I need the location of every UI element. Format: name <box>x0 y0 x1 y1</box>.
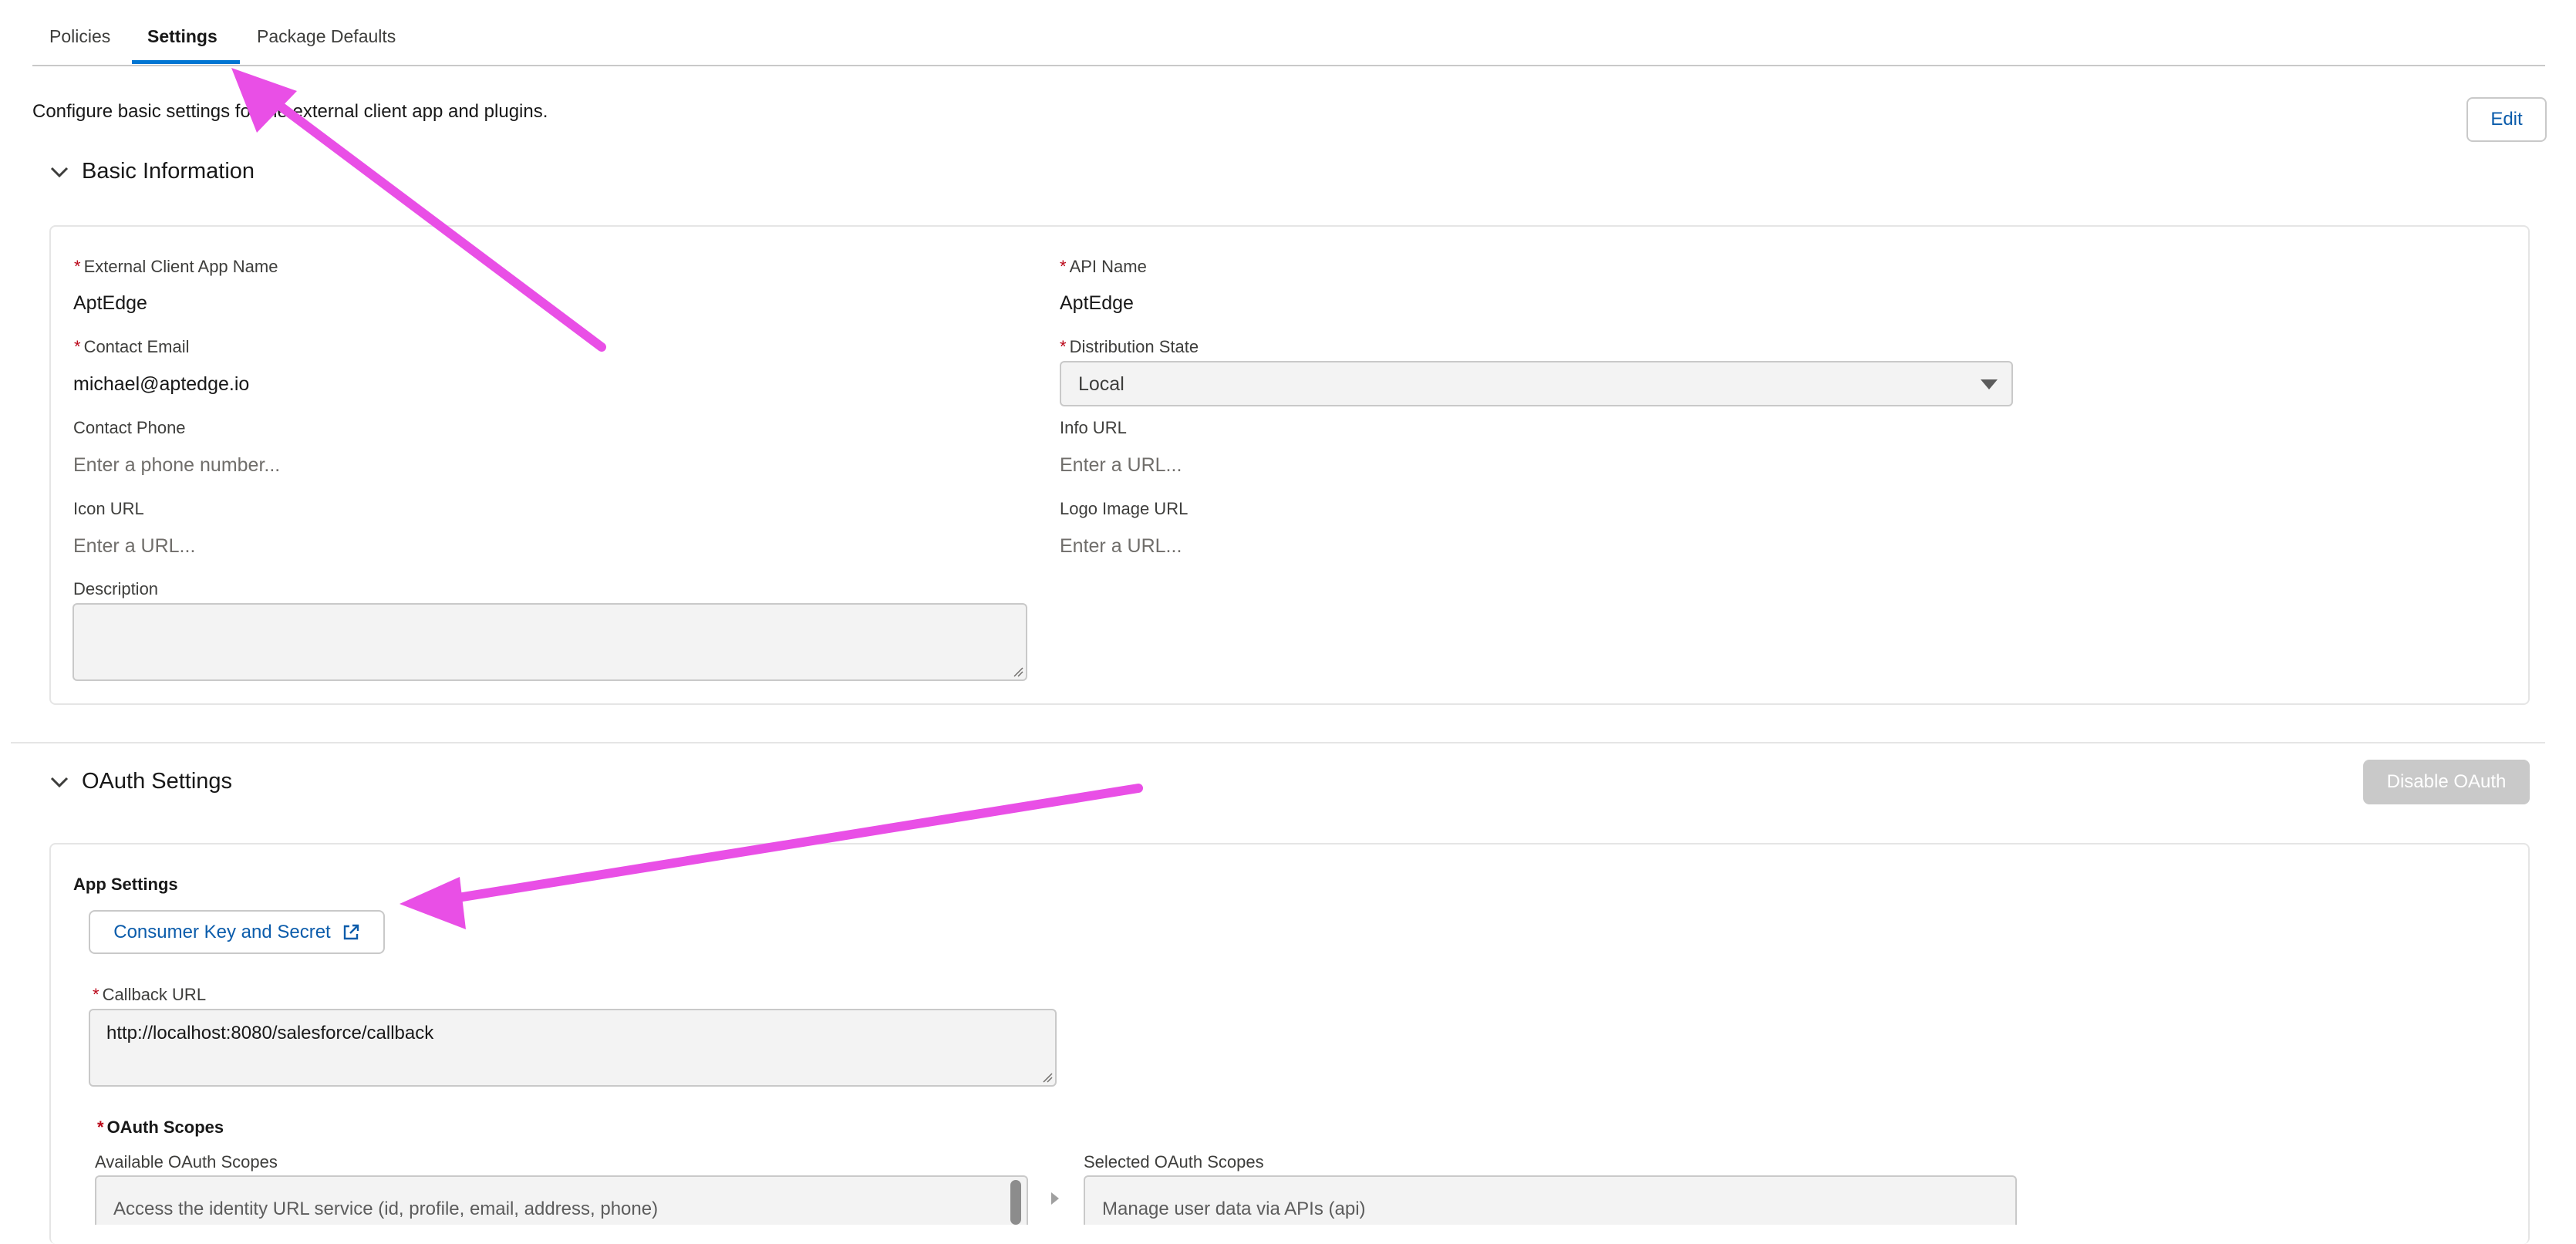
annotation-arrow <box>400 784 1143 929</box>
annotation-arrow <box>231 68 606 352</box>
annotation-overlay <box>231 68 1143 929</box>
